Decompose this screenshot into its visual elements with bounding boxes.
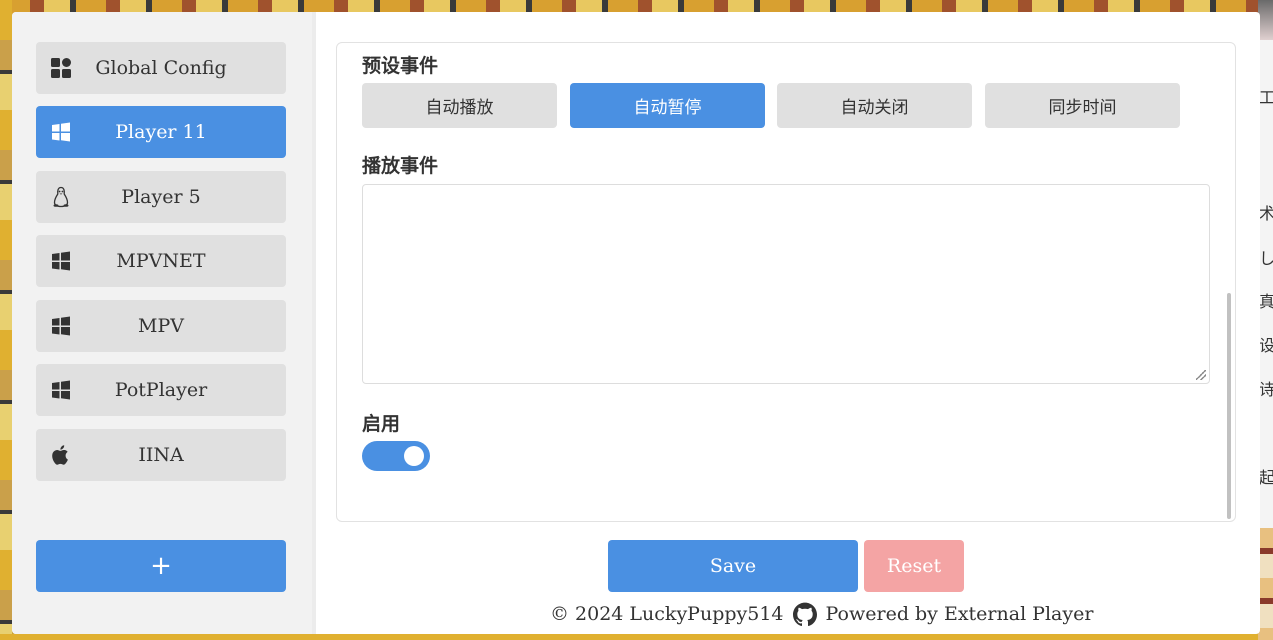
play-events-textarea[interactable] [362,184,1210,384]
preset-auto-play-button[interactable]: 自动播放 [362,83,557,128]
sidebar-item-label: Global Config [95,57,227,79]
sidebar-item-mpvnet[interactable]: MPVNET [36,235,286,287]
sidebar-item-global-config[interactable]: Global Config [36,42,286,94]
settings-dialog: Global Config Player 11 Player 5 MPVNET [12,12,1260,634]
windows-icon [52,251,70,271]
preset-auto-close-button[interactable]: 自动关闭 [777,83,972,128]
background-glyph: 设 [1259,336,1273,355]
sidebar-item-label: Player 11 [115,121,207,143]
background-glyph: 诗 [1259,380,1273,399]
sidebar-item-label: PotPlayer [114,379,208,401]
background-page-right: 工 术 し 真 设 诗 起 [1258,0,1273,640]
preset-auto-pause-button[interactable]: 自动暂停 [570,83,765,128]
sidebar-item-potplayer[interactable]: PotPlayer [36,364,286,416]
apple-icon [52,445,68,465]
sidebar-item-player-11[interactable]: Player 11 [36,106,286,158]
play-events-heading: 播放事件 [362,155,439,177]
background-glyph: 工 [1259,88,1273,107]
copyright-text: © 2024 LuckyPuppy514 [550,603,784,625]
windows-icon [52,122,70,142]
sidebar-item-label: IINA [138,444,184,466]
github-icon[interactable] [792,602,817,626]
background-artwork-right-bottom [1258,528,1273,640]
windows-icon [52,380,70,400]
background-glyph: 起 [1259,468,1273,487]
sidebar-item-label: Player 5 [121,186,201,208]
preset-events-heading: 预设事件 [362,55,439,77]
sidebar-item-label: MPVNET [116,250,206,272]
panel-scrollbar[interactable] [1227,293,1231,519]
linux-icon [53,186,69,208]
save-button[interactable]: Save [608,540,858,592]
background-artwork-right-top [1258,0,1273,40]
background-artwork-left [0,0,12,640]
windows-icon [52,316,70,336]
sidebar-item-player-5[interactable]: Player 5 [36,171,286,223]
add-player-button[interactable]: + [36,540,286,592]
footer: © 2024 LuckyPuppy514 Powered by External… [550,602,1093,626]
powered-by-text: Powered by External Player [825,603,1094,625]
background-glyph: 真 [1259,292,1273,311]
background-glyph: し [1259,249,1273,268]
background-glyph: 术 [1259,204,1273,223]
enable-toggle[interactable] [362,441,430,471]
sidebar-item-label: MPV [138,315,184,337]
sidebar-item-mpv[interactable]: MPV [36,300,286,352]
toggle-knob [404,446,424,466]
enable-heading: 启用 [362,413,401,435]
reset-button[interactable]: Reset [864,540,964,592]
preset-sync-time-button[interactable]: 同步时间 [985,83,1180,128]
sidebar: Global Config Player 11 Player 5 MPVNET [12,12,316,634]
sidebar-item-iina[interactable]: IINA [36,429,286,481]
grid-icon [51,58,71,78]
background-artwork-bottom [0,634,1273,640]
player-config-panel: 预设事件 自动播放 自动暂停 自动关闭 同步时间 播放事件 启用 [336,42,1236,522]
